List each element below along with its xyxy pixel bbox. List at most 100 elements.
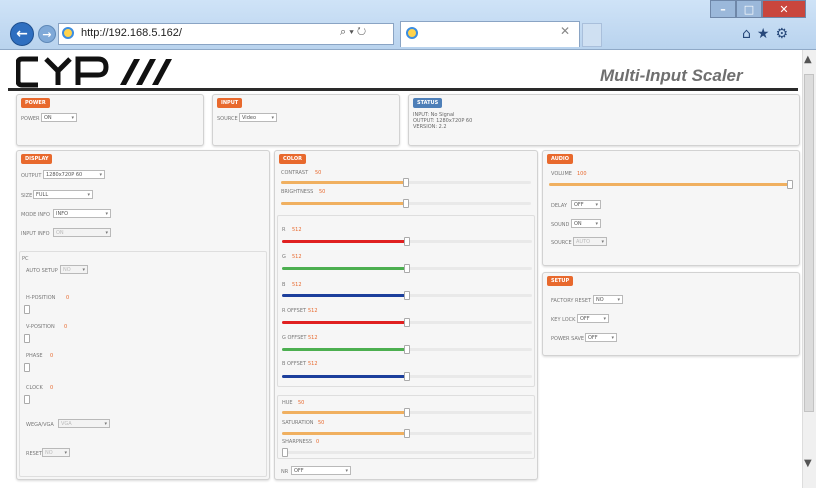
tab-close-icon[interactable]: ✕ [560,24,570,38]
slider-thumb[interactable] [282,448,288,457]
browser-tab[interactable] [400,21,580,47]
color-tag: COLOR [279,154,307,164]
output-label: OUTPUT [21,173,42,179]
slider-fill [282,375,407,378]
scroll-down-icon[interactable]: ▼ [804,458,812,469]
slider-thumb[interactable] [403,178,409,187]
status-version: VERSION: 2.2 [413,124,447,130]
brightness-slider[interactable] [281,199,531,208]
b-offset-slider[interactable] [282,372,532,381]
slider-thumb[interactable] [404,345,410,354]
search-refresh-icons[interactable]: ⌕ ▾ ↻ [340,26,366,39]
pc-section: PC AUTO SETUP NO H-POSITION 0 V-POSITION… [19,251,267,477]
input-info-select[interactable]: ON [53,228,111,237]
wega-vga-select[interactable]: VGA [58,419,110,428]
size-select[interactable]: FULL [33,190,93,199]
minimize-button[interactable]: – [710,0,736,18]
input-tag: INPUT [217,98,243,108]
power-label: POWER [21,116,40,122]
back-button[interactable]: ← [10,22,34,46]
pc-title: PC [22,256,29,262]
source-select[interactable]: Video [239,113,277,122]
contrast-value: 50 [315,170,322,176]
v-position-slider[interactable] [24,334,30,343]
saturation-label: SATURATION [282,420,314,426]
delay-label: DELAY [551,203,567,209]
reset-label: RESET [26,451,43,457]
hue-slider[interactable] [282,408,532,417]
output-select[interactable]: 1280x720P 60 [43,170,105,179]
reset-select[interactable]: NO [42,448,70,457]
saturation-slider[interactable] [282,429,532,438]
audio-source-label: SOURCE [551,240,572,246]
hue-value: 50 [298,400,305,406]
setup-panel: SETUP FACTORY RESET NO KEY LOCK OFF POWE… [542,272,800,356]
brightness-value: 50 [319,189,326,195]
factory-reset-select[interactable]: NO [593,295,623,304]
hue-section: HUE 50 SATURATION 50 SHARPNESS 0 [277,395,535,459]
power-save-select[interactable]: OFF [585,333,617,342]
g-offset-label: G OFFSET [282,335,307,341]
h-position-value: 0 [66,295,70,301]
gear-icon[interactable]: ⚙ [775,26,794,42]
contrast-slider[interactable] [281,178,531,187]
slider-thumb[interactable] [404,372,410,381]
slider-fill [282,240,407,243]
slider-thumb[interactable] [404,429,410,438]
audio-panel: AUDIO VOLUME 100 DELAY OFF SOUND ON SOUR… [542,150,800,266]
mode-info-select[interactable]: INFO [53,209,111,218]
r-slider[interactable] [282,237,532,246]
scrollbar-thumb[interactable] [804,74,814,412]
power-select[interactable]: ON [41,113,77,122]
volume-slider[interactable] [549,180,793,189]
clock-slider[interactable] [24,395,30,404]
slider-thumb[interactable] [404,318,410,327]
slider-thumb[interactable] [403,199,409,208]
source-label: SOURCE [217,116,238,122]
clock-label: CLOCK [26,385,43,391]
forward-button[interactable]: → [38,25,56,43]
phase-slider[interactable] [24,363,30,372]
star-icon[interactable]: ★ [757,26,776,42]
factory-reset-label: FACTORY RESET [551,298,592,304]
slider-thumb[interactable] [404,291,410,300]
v-position-value: 0 [64,324,68,330]
r-offset-slider[interactable] [282,318,532,327]
rgb-section: R 512 G 512 B 512 R OFFSET 512 G OFFSET … [277,215,535,387]
key-lock-select[interactable]: OFF [577,314,609,323]
nr-select[interactable]: OFF [291,466,351,475]
slider-fill [281,202,406,205]
delay-select[interactable]: OFF [571,200,601,209]
h-position-slider[interactable] [24,305,30,314]
slider-fill [282,321,407,324]
contrast-label: CONTRAST [281,170,309,176]
maximize-button[interactable]: □ [736,0,762,18]
audio-source-select[interactable]: AUTO [573,237,607,246]
slider-fill [281,181,406,184]
g-offset-value: 512 [308,335,318,341]
saturation-value: 50 [318,420,325,426]
key-lock-label: KEY LOCK [551,317,576,323]
b-label: B [282,282,286,288]
ie-icon [62,27,74,39]
home-icon[interactable]: ⌂ [742,26,757,42]
slider-thumb[interactable] [404,264,410,273]
slider-thumb[interactable] [404,408,410,417]
new-tab-button[interactable] [582,23,602,47]
slider-fill [282,267,407,270]
sound-select[interactable]: ON [571,219,601,228]
auto-setup-select[interactable]: NO [60,265,88,274]
g-offset-slider[interactable] [282,345,532,354]
input-info-label: INPUT INFO [21,231,50,237]
slider-fill [549,183,793,186]
slider-thumb[interactable] [787,180,793,189]
g-label: G [282,254,286,260]
sharpness-slider[interactable] [282,448,532,457]
phase-label: PHASE [26,353,43,359]
close-window-button[interactable]: ✕ [762,0,806,18]
b-slider[interactable] [282,291,532,300]
scroll-up-icon[interactable]: ▲ [804,54,812,65]
slider-thumb[interactable] [404,237,410,246]
g-slider[interactable] [282,264,532,273]
power-tag: POWER [21,98,50,108]
